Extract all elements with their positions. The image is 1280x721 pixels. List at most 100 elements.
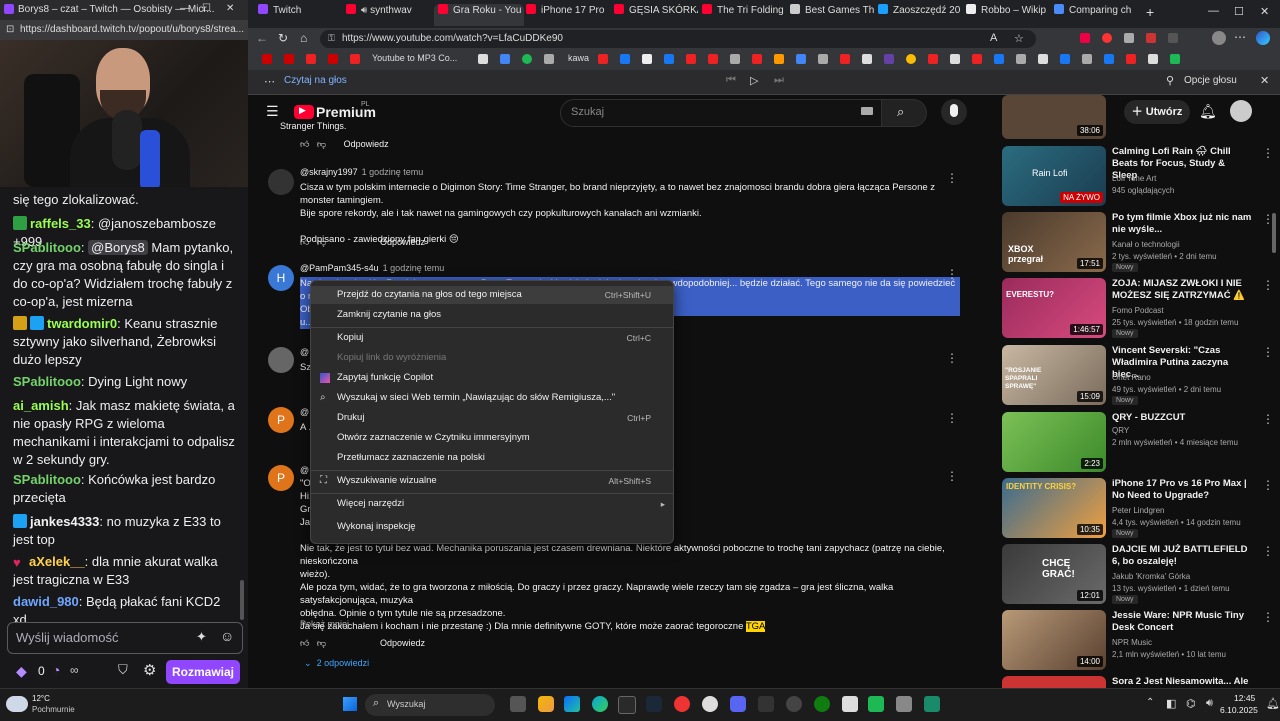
twitch-urlbar[interactable]: ⊡ https://dashboard.twitch.tv/popout/u/b… bbox=[0, 20, 248, 40]
read-aloud-icon[interactable]: A bbox=[990, 32, 997, 44]
taskbar-search[interactable]: ⌕ Wyszukaj bbox=[365, 694, 495, 716]
weather-temp[interactable]: 12°C bbox=[32, 694, 50, 703]
menu-item-translate[interactable]: Przetłumacz zaznaczenie na polski bbox=[311, 449, 673, 467]
chat-username[interactable]: aXelek__ bbox=[29, 554, 85, 569]
copilot-icon[interactable] bbox=[1256, 31, 1270, 45]
like-icon[interactable]: 👍︎ bbox=[300, 237, 309, 247]
search-input[interactable]: Szukaj bbox=[560, 99, 882, 127]
voice-options-icon[interactable]: ⚲ bbox=[1166, 74, 1174, 87]
like-icon[interactable]: 👍︎ bbox=[300, 139, 309, 149]
create-button[interactable]: ＋ Utwórz bbox=[1124, 100, 1190, 124]
bookmark-icon[interactable] bbox=[1016, 54, 1026, 64]
chat-send-button[interactable]: Rozmawiaj bbox=[166, 660, 240, 684]
clock-date[interactable]: 6.10.2025 bbox=[1220, 705, 1258, 715]
recommended-video[interactable]: Sora 2 Jest Niesamowita... Ale bbox=[1002, 676, 1278, 688]
video-menu-icon[interactable]: ⋮ bbox=[1262, 610, 1274, 624]
chat-scrollbar[interactable] bbox=[240, 580, 244, 620]
close-icon[interactable]: ✕ bbox=[1260, 74, 1269, 87]
task-view-icon[interactable] bbox=[510, 696, 526, 712]
video-title[interactable]: Jessie Ware: NPR Music Tiny Desk Concert bbox=[1112, 610, 1252, 634]
tab[interactable]: Twitch bbox=[258, 4, 342, 26]
video-thumbnail[interactable]: 14:00 bbox=[1002, 610, 1106, 670]
tab[interactable]: Zaoszczędź 20 bbox=[878, 4, 962, 26]
bookmark-icon[interactable] bbox=[796, 54, 806, 64]
channel-name[interactable]: Kanał o technologii bbox=[1112, 240, 1180, 249]
comment-avatar[interactable]: H bbox=[268, 265, 294, 291]
app-icon[interactable] bbox=[702, 696, 718, 712]
tab[interactable]: Best Games Th bbox=[790, 4, 874, 26]
dislike-icon[interactable]: 👎︎ bbox=[317, 638, 326, 648]
comment-menu-icon[interactable]: ⋮ bbox=[946, 411, 958, 425]
close-icon[interactable]: ✕ bbox=[226, 3, 234, 14]
bookmark-icon[interactable] bbox=[1170, 54, 1180, 64]
page-scrollbar[interactable] bbox=[1272, 213, 1276, 253]
bookmark-icon[interactable] bbox=[862, 54, 872, 64]
home-icon[interactable]: ⌂ bbox=[300, 31, 307, 45]
channel-name[interactable]: Onet Rano bbox=[1112, 373, 1151, 382]
bookmark-icon[interactable] bbox=[906, 54, 916, 64]
bookmark-icon[interactable] bbox=[1038, 54, 1048, 64]
bookmark-icon[interactable] bbox=[350, 54, 360, 64]
start-icon[interactable] bbox=[343, 697, 357, 711]
video-title[interactable]: ZOJA: MIJASZ ZWŁOKI I NIE MOŻESZ SIĘ ZAT… bbox=[1112, 278, 1252, 302]
steam-icon[interactable] bbox=[646, 696, 662, 712]
comment-avatar[interactable] bbox=[268, 169, 294, 195]
bookmark-icon[interactable] bbox=[774, 54, 784, 64]
channel-name[interactable]: Peter Lindgren bbox=[1112, 506, 1164, 515]
like-icon[interactable]: 👍︎ bbox=[300, 638, 309, 648]
menu-item-read-from-here[interactable]: Przejdź do czytania na głos od tego miej… bbox=[311, 286, 673, 304]
comment-menu-icon[interactable]: ⋮ bbox=[946, 351, 958, 365]
store-icon[interactable] bbox=[618, 696, 636, 714]
bookmark-icon[interactable] bbox=[1104, 54, 1114, 64]
chat-username[interactable]: twardomir0 bbox=[47, 316, 117, 331]
recommended-video[interactable]: 38:06 bbox=[1002, 95, 1278, 139]
tab[interactable]: Comparing ch bbox=[1054, 4, 1138, 26]
reply-button[interactable]: Odpowiedz bbox=[344, 139, 389, 149]
recommended-video[interactable]: 14:00 Jessie Ware: NPR Music Tiny Desk C… bbox=[1002, 610, 1278, 672]
minimize-icon[interactable]: — bbox=[180, 3, 190, 14]
clock-time[interactable]: 12:45 bbox=[1234, 693, 1255, 703]
bookmark-icon[interactable] bbox=[642, 54, 652, 64]
bookmark-icon[interactable] bbox=[598, 54, 608, 64]
menu-item-immersive-reader[interactable]: Otwórz zaznaczenie w Czytniku immersyjny… bbox=[311, 429, 673, 447]
video-menu-icon[interactable]: ⋮ bbox=[1262, 412, 1274, 426]
maximize-icon[interactable]: ☐ bbox=[1234, 5, 1244, 18]
extension-icon[interactable] bbox=[1124, 33, 1134, 43]
bookmark-icon[interactable] bbox=[328, 54, 338, 64]
network-icon[interactable]: ⌬ bbox=[1186, 697, 1196, 710]
video-thumbnail[interactable]: CHCĘ GRAĆ! 12:01 bbox=[1002, 544, 1106, 604]
video-title[interactable]: iPhone 17 Pro vs 16 Pro Max | No Need to… bbox=[1112, 478, 1252, 502]
bookmark-icon[interactable] bbox=[752, 54, 762, 64]
chat-username[interactable]: jankes4333 bbox=[30, 514, 99, 529]
voice-options[interactable]: Opcje głosu bbox=[1184, 75, 1237, 86]
extension-icon[interactable] bbox=[1080, 33, 1090, 43]
extension-icon[interactable] bbox=[1102, 33, 1112, 43]
reply-button[interactable]: Odpowiedz bbox=[380, 237, 425, 247]
channel-name[interactable]: Lofi Tone Art bbox=[1112, 174, 1156, 183]
tab[interactable]: iPhone 17 Pro bbox=[526, 4, 610, 26]
video-title[interactable]: Sora 2 Jest Niesamowita... Ale bbox=[1112, 676, 1252, 688]
new-tab-icon[interactable]: + bbox=[1146, 4, 1154, 20]
comment-menu-icon[interactable]: ⋮ bbox=[946, 469, 958, 483]
bookmark-icon[interactable] bbox=[840, 54, 850, 64]
bookmark-icon[interactable] bbox=[686, 54, 696, 64]
volume-icon[interactable]: 🔊︎ bbox=[1206, 697, 1213, 710]
menu-icon[interactable]: ☰ bbox=[266, 103, 279, 120]
tab[interactable]: GĘSIA SKÓRKA bbox=[614, 4, 698, 26]
tab[interactable]: 🔊︎ synthwav bbox=[346, 4, 430, 26]
menu-item-inspect[interactable]: Wykonaj inspekcję bbox=[311, 518, 673, 536]
tab[interactable]: Robbo – Wikip bbox=[966, 4, 1050, 26]
chat-username[interactable]: SPablitooo bbox=[13, 472, 81, 487]
notifications-icon[interactable]: 🔔︎ bbox=[1199, 103, 1217, 120]
favorite-icon[interactable]: ☆ bbox=[1014, 32, 1024, 45]
bookmark-icon[interactable] bbox=[664, 54, 674, 64]
site-info-icon[interactable]: ⚿ bbox=[328, 33, 335, 44]
bookmark-icon[interactable] bbox=[620, 54, 630, 64]
tab-active[interactable]: Gra Roku - You✕ bbox=[434, 4, 524, 26]
comment-author[interactable]: @ bbox=[300, 465, 309, 475]
edge-icon[interactable] bbox=[592, 696, 608, 712]
recommended-video[interactable]: CHCĘ GRAĆ! 12:01 DAJCIE MI JUŻ BATTLEFIEL… bbox=[1002, 544, 1278, 606]
url-field[interactable]: ⚿ https://www.youtube.com/watch?v=LfaCuD… bbox=[320, 30, 1036, 48]
copilot-icon[interactable] bbox=[564, 696, 580, 712]
recommended-video[interactable]: IDENTITY CRISIS? 10:35 iPhone 17 Pro vs 1… bbox=[1002, 478, 1278, 540]
